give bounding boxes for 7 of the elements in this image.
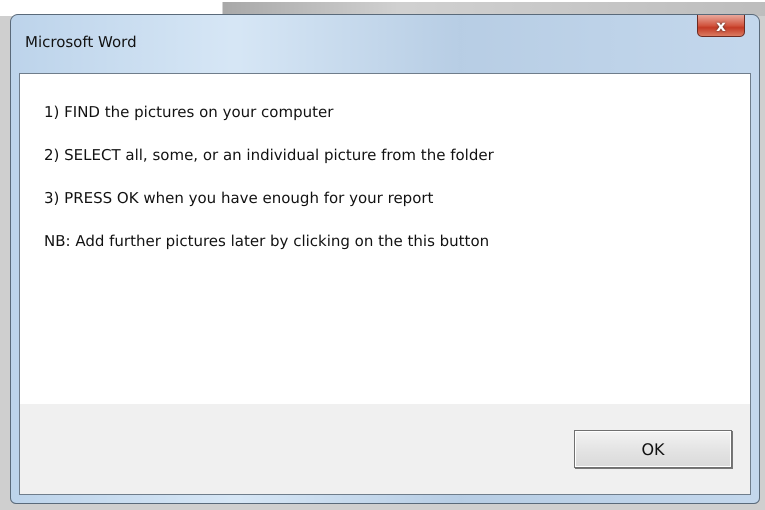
message-text: 3) PRESS OK when you have enough for your report [44,188,434,208]
message-text: 2) SELECT all, some, or an individual picture from the folder [44,145,495,165]
close-button[interactable]: x [697,15,745,37]
message-text: NB: Add further pictures later by clicking on the this button [44,231,490,251]
window-title: Microsoft Word [25,33,137,51]
message-text: 1) FIND the pictures on your computer [44,102,334,122]
ok-button[interactable]: OK [574,430,732,468]
